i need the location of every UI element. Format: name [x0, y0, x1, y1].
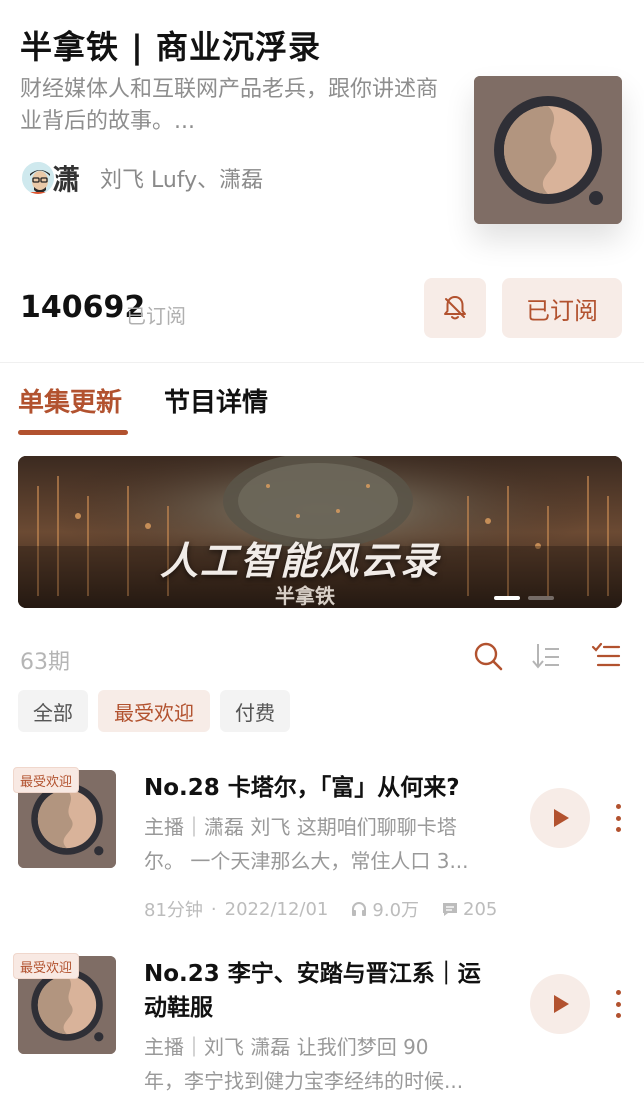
banner-title: 人工智能风云录	[159, 539, 440, 583]
more-options-button[interactable]	[608, 798, 628, 838]
podcast-title: 半拿铁 | 商业沉浮录	[20, 28, 321, 66]
play-button[interactable]	[530, 974, 590, 1034]
popular-badge: 最受欢迎	[13, 953, 80, 979]
divider	[0, 362, 644, 363]
sort-icon[interactable]	[530, 640, 562, 672]
active-tab-indicator	[18, 430, 128, 435]
episode-description-line1: 主播｜潇磊 刘飞 这期咱们聊聊卡塔	[144, 815, 457, 839]
comment-icon	[441, 900, 459, 918]
filter-paid[interactable]: 付费	[220, 690, 290, 732]
banner-subtitle: 半拿铁	[275, 584, 335, 608]
authors-label: 刘飞 Lufy、潇磊	[100, 168, 264, 193]
subscribed-button[interactable]: 已订阅	[502, 278, 622, 338]
filter-all[interactable]: 全部	[18, 690, 88, 732]
play-icon	[554, 809, 569, 827]
search-icon[interactable]	[472, 640, 504, 672]
bell-off-icon	[444, 296, 466, 320]
episode-duration: 81分钟	[144, 900, 203, 921]
episode-plays: 9.0万	[372, 900, 420, 921]
episode-comments: 205	[463, 898, 498, 920]
notification-bell-button[interactable]	[424, 278, 486, 338]
episode-meta: 81分钟 · 2022/12/01 9.0万 205	[144, 896, 497, 922]
playlist-icon[interactable]	[590, 640, 622, 672]
episode-title[interactable]: No.28 卡塔尔，「富」从何来?	[144, 770, 518, 806]
popular-badge: 最受欢迎	[13, 767, 80, 793]
episode-title-line2[interactable]: 动鞋服	[144, 990, 518, 1026]
headphones-icon	[350, 900, 368, 918]
episode-count: 63期	[20, 650, 70, 675]
banner-indicator-active	[494, 596, 520, 600]
play-icon	[554, 995, 569, 1013]
episode-title-line1[interactable]: No.23 李宁、安踏与晋江系｜运	[144, 956, 518, 992]
authors-row[interactable]: 潇 刘飞 Lufy、潇磊	[20, 156, 263, 200]
podcast-description[interactable]: 财经媒体人和互联网产品老兵，跟你讲述商业背后的故事。...	[20, 74, 440, 138]
episode-description-line2: 年，李宁找到健力宝李经纬的时候...	[144, 1069, 464, 1093]
episode-date: 2022/12/01	[224, 898, 329, 920]
podcast-cover	[474, 76, 622, 224]
author-avatar	[20, 160, 56, 196]
tab-episodes[interactable]: 单集更新	[18, 382, 122, 419]
episode-description-line2: 尔。 一个天津那么大，常住人口 3...	[144, 849, 469, 873]
subscriber-label: 已订阅	[126, 304, 186, 328]
promo-banner[interactable]: 人工智能风云录 半拿铁	[18, 456, 622, 608]
banner-indicator	[528, 596, 554, 600]
episode-description-line1: 主播｜刘飞 潇磊 让我们梦回 90	[144, 1035, 429, 1059]
tab-details[interactable]: 节目详情	[164, 382, 268, 419]
play-button[interactable]	[530, 788, 590, 848]
filter-most-popular[interactable]: 最受欢迎	[98, 690, 210, 732]
more-options-button[interactable]	[608, 984, 628, 1024]
